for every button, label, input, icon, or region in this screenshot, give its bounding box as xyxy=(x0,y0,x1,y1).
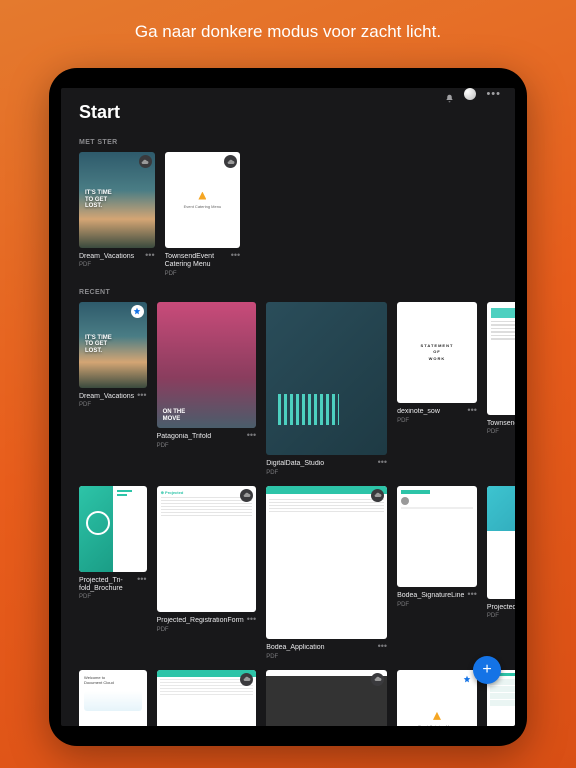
document-type: PDF xyxy=(397,417,464,424)
document-card[interactable]: DigitalData_StudioPDF ••• xyxy=(266,302,387,476)
document-type: PDF xyxy=(79,261,142,268)
document-card[interactable]: Bodea_ApplicationPDF ••• xyxy=(266,486,387,660)
document-title: TownsendEvent Catering Menu xyxy=(165,253,228,270)
section-recent-header: RECENT xyxy=(61,277,515,302)
document-thumbnail[interactable]: IT'S TIMETO GETLOST. xyxy=(79,302,147,388)
document-thumbnail[interactable]: Event Catering Menu xyxy=(165,152,241,248)
document-more-icon[interactable]: ••• xyxy=(247,617,256,622)
cloud-badge-icon xyxy=(139,155,152,168)
document-card[interactable]: B2C_Contract_04162018PDF••• xyxy=(157,670,257,726)
document-more-icon[interactable]: ••• xyxy=(137,577,146,582)
document-thumbnail[interactable]: ON THEMOVE xyxy=(157,302,257,429)
document-title: Projected_Tri-fold_Brochure xyxy=(79,577,134,594)
document-type: PDF xyxy=(397,601,464,608)
document-card[interactable]: IT'S TIMETO GETLOST. Dream_VacationsPDF••… xyxy=(79,302,147,476)
tablet-frame: ••• Start MET STER IT'S TIMETO GETLOST. D… xyxy=(49,68,527,746)
document-type: PDF xyxy=(157,626,244,633)
document-card[interactable]: Welcome toDocument CloudWelcomePDF••• xyxy=(79,670,147,726)
document-card[interactable]: ⊕ Projected Projected_RegistrationFormPDF… xyxy=(157,486,257,660)
document-thumbnail[interactable]: Event Catering Menu xyxy=(397,670,477,726)
cloud-badge-icon xyxy=(240,489,253,502)
section-starred-header: MET STER xyxy=(61,133,515,152)
top-bar: ••• xyxy=(61,88,515,100)
promo-headline: Ga naar donkere modus voor zacht licht. xyxy=(0,0,576,42)
document-card[interactable]: Projected_Blog_WebsitePDF••• xyxy=(487,486,515,660)
document-more-icon[interactable]: ••• xyxy=(467,408,476,413)
document-title: dexinote_sow xyxy=(397,408,464,416)
document-type: PDF xyxy=(487,428,515,435)
star-badge-icon xyxy=(461,673,474,686)
document-card[interactable]: Adobe_DC_WebMockup_DexinotePDF••• xyxy=(266,670,387,726)
document-card[interactable]: Event Catering Menu TownsendEvent Caterin… xyxy=(165,152,241,277)
document-card[interactable]: IT'S TIMETO GETLOST. Dream_VacationsPDF••… xyxy=(79,152,155,277)
document-title: Projected_Blog_Website xyxy=(487,604,515,612)
document-type: PDF xyxy=(266,469,374,476)
app-screen: ••• Start MET STER IT'S TIMETO GETLOST. D… xyxy=(61,88,515,726)
document-card[interactable]: STATEMENTOFWORK dexinote_sowPDF••• xyxy=(397,302,477,476)
document-more-icon[interactable]: ••• xyxy=(231,253,240,258)
document-type: PDF xyxy=(157,442,244,449)
more-icon[interactable]: ••• xyxy=(486,88,501,100)
document-card[interactable]: Event Catering MenuTownsendEvent Caterin… xyxy=(397,670,477,726)
star-badge-icon xyxy=(131,305,144,318)
cloud-badge-icon xyxy=(224,155,237,168)
document-card[interactable]: Bodea_SignatureLinePDF••• xyxy=(397,486,477,660)
document-more-icon[interactable]: ••• xyxy=(378,644,387,649)
cloud-badge-icon xyxy=(371,489,384,502)
bell-icon[interactable] xyxy=(445,90,454,99)
document-thumbnail[interactable]: Welcome toDocument Cloud xyxy=(79,670,147,726)
add-button[interactable]: + xyxy=(473,656,501,684)
document-type: PDF xyxy=(487,612,515,619)
document-thumbnail[interactable]: STATEMENTOFWORK xyxy=(397,302,477,403)
document-more-icon[interactable]: ••• xyxy=(467,592,476,597)
page-title: Start xyxy=(61,100,515,133)
document-title: Dream_Vacations xyxy=(79,253,142,261)
document-title: DigitalData_Studio xyxy=(266,460,374,468)
document-more-icon[interactable]: ••• xyxy=(247,433,256,438)
document-card[interactable]: ON THEMOVE Patagonia_TrifoldPDF••• xyxy=(157,302,257,476)
document-thumbnail[interactable] xyxy=(79,486,147,572)
cloud-badge-icon xyxy=(371,673,384,686)
document-type: PDF xyxy=(79,401,134,408)
document-thumbnail[interactable] xyxy=(266,302,387,456)
document-card[interactable]: Townsend_ContractPDF••• xyxy=(487,302,515,476)
document-more-icon[interactable]: ••• xyxy=(378,460,387,465)
document-more-icon[interactable]: ••• xyxy=(145,253,154,258)
document-thumbnail[interactable] xyxy=(487,486,515,599)
avatar[interactable] xyxy=(464,88,476,100)
document-thumbnail[interactable]: ⊕ Projected xyxy=(157,486,257,613)
document-card[interactable]: Projected_Tri-fold_BrochurePDF ••• xyxy=(79,486,147,660)
document-thumbnail[interactable] xyxy=(266,486,387,640)
document-thumbnail[interactable]: IT'S TIMETO GETLOST. xyxy=(79,152,155,248)
document-more-icon[interactable]: ••• xyxy=(137,393,146,398)
document-title: Projected_RegistrationForm xyxy=(157,617,244,625)
document-title: Patagonia_Trifold xyxy=(157,433,244,441)
document-thumbnail[interactable] xyxy=(157,670,257,726)
starred-grid: IT'S TIMETO GETLOST.Dream_VacationsPDF••… xyxy=(61,152,515,277)
document-thumbnail[interactable] xyxy=(487,302,515,415)
document-title: Bodea_SignatureLine xyxy=(397,592,464,600)
recent-grid: IT'S TIMETO GETLOST.Dream_VacationsPDF••… xyxy=(61,302,515,726)
document-title: Bodea_Application xyxy=(266,644,374,652)
document-thumbnail[interactable] xyxy=(397,486,477,587)
document-thumbnail[interactable] xyxy=(266,670,387,726)
cloud-badge-icon xyxy=(240,673,253,686)
document-title: Townsend_Contract xyxy=(487,420,515,428)
document-title: Dream_Vacations xyxy=(79,393,134,401)
document-type: PDF xyxy=(266,653,374,660)
document-type: PDF xyxy=(165,270,228,277)
document-type: PDF xyxy=(79,593,134,600)
